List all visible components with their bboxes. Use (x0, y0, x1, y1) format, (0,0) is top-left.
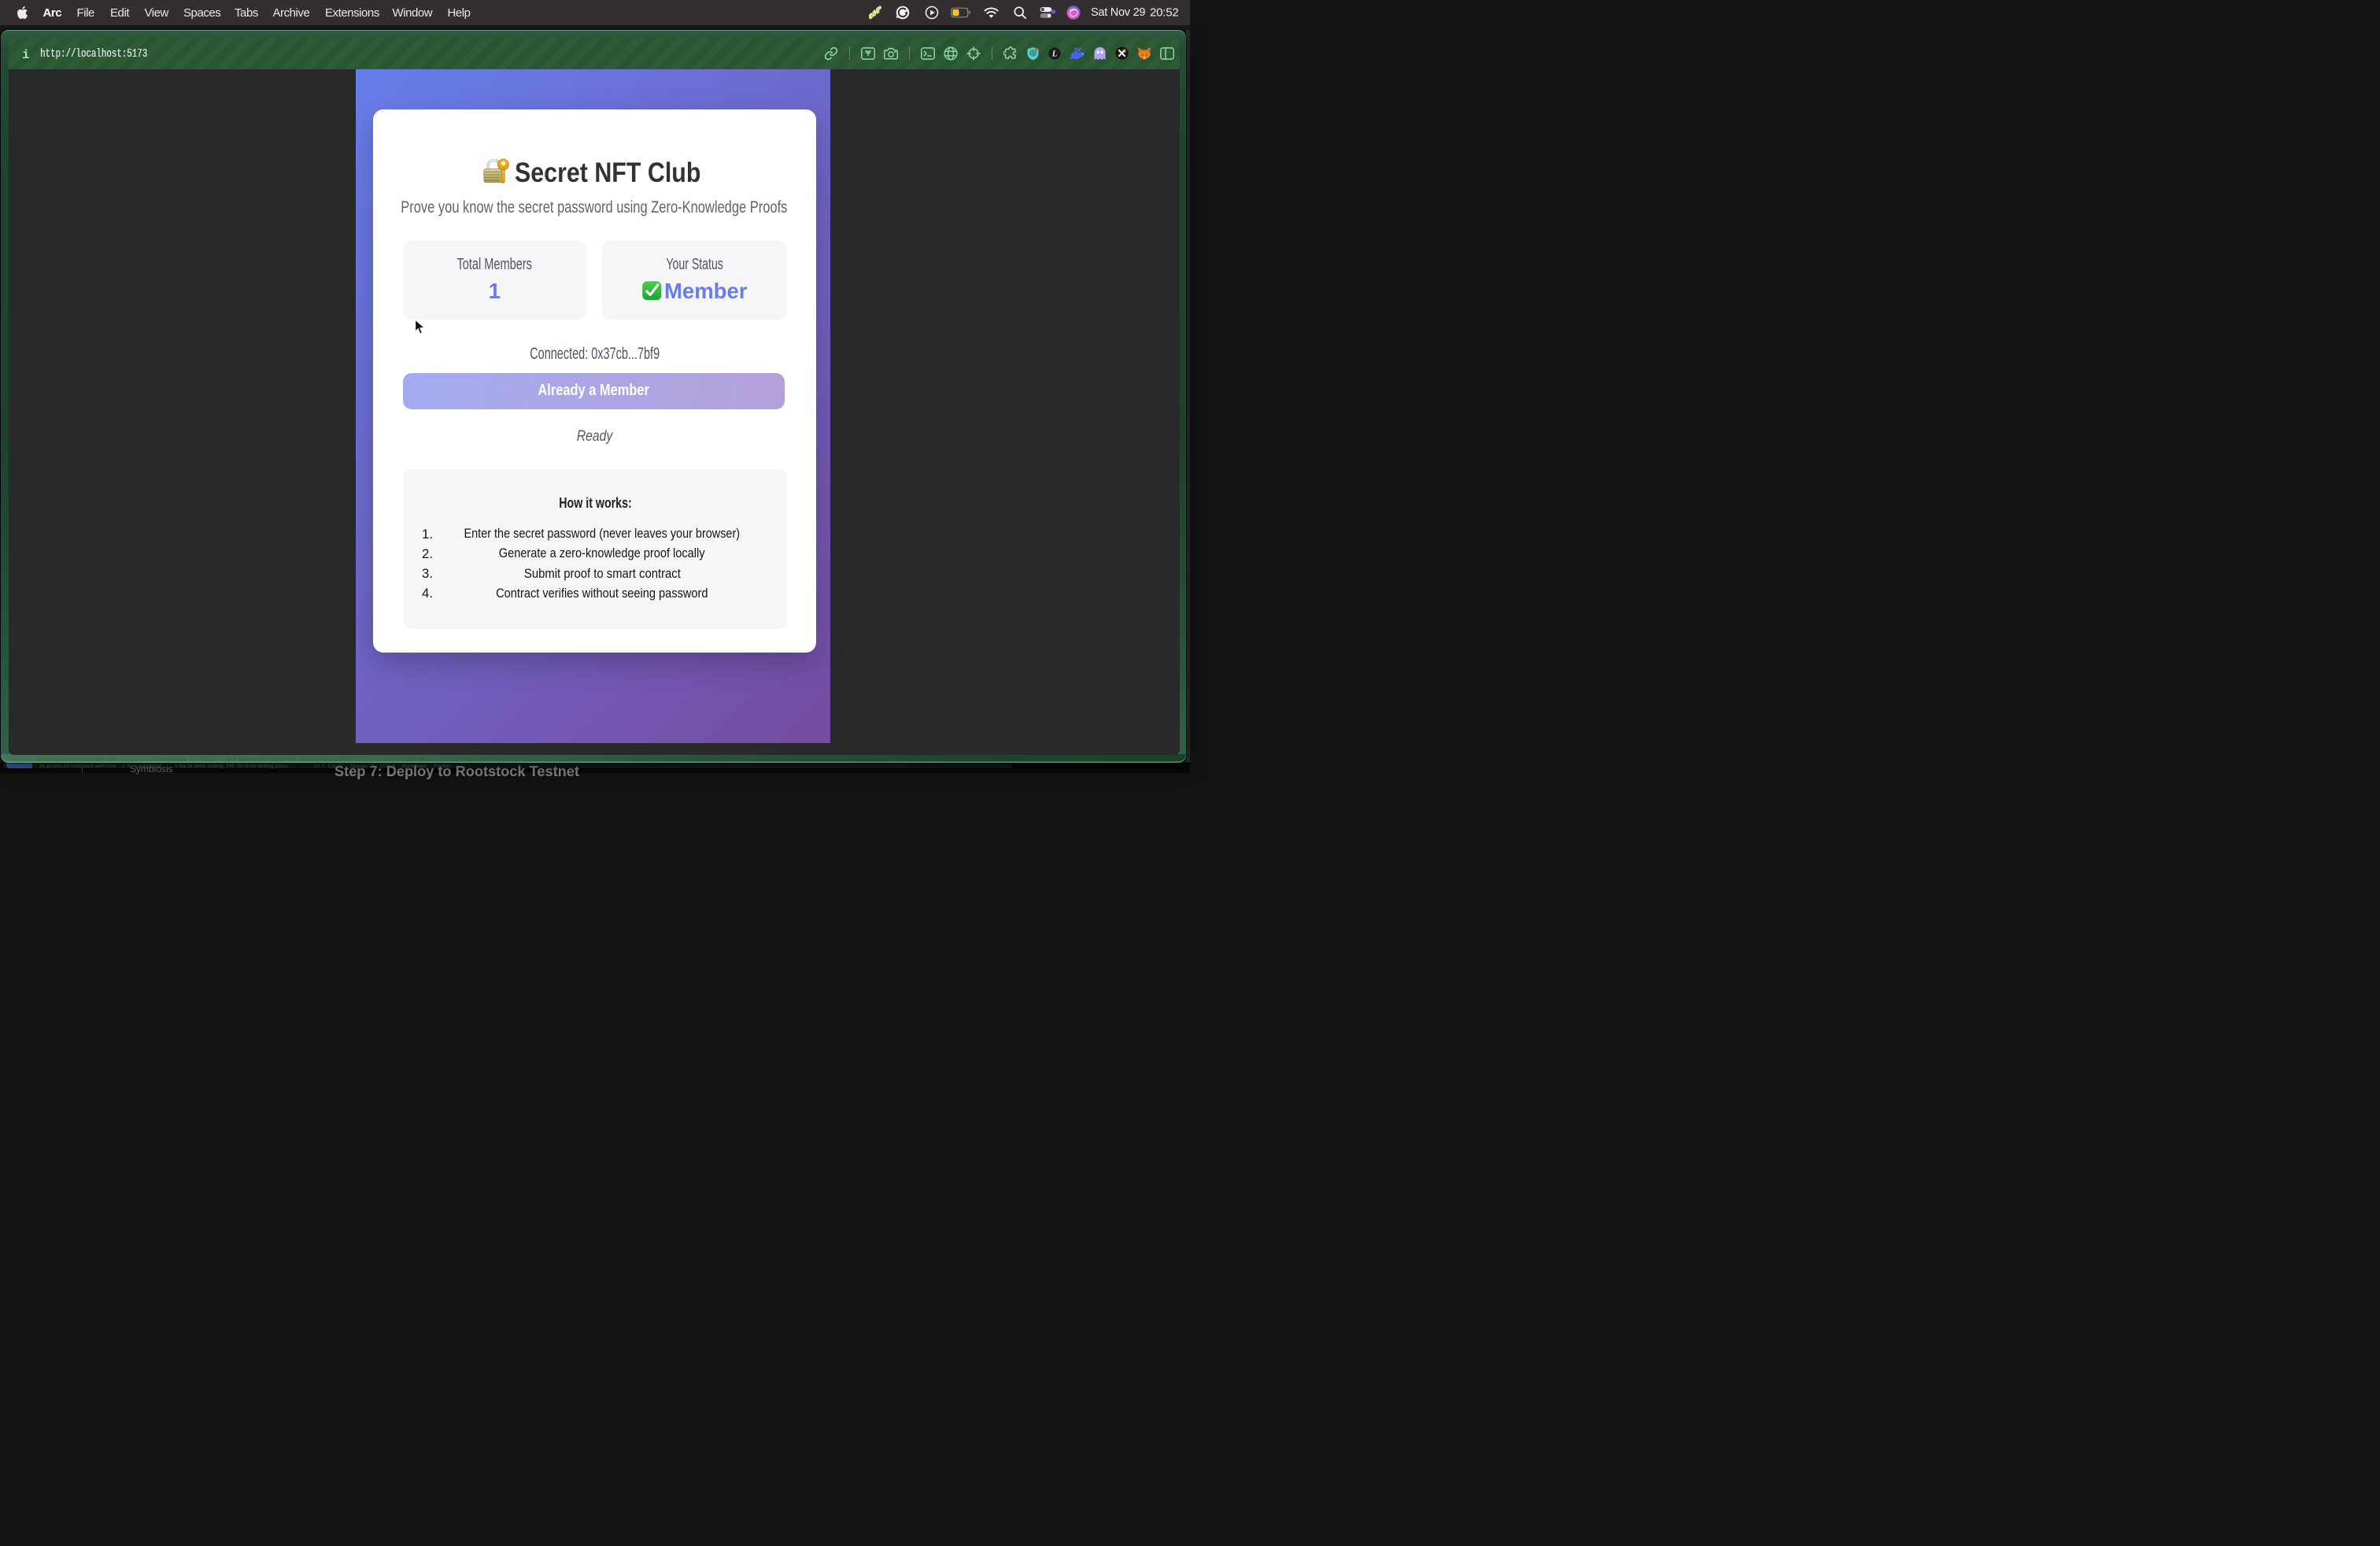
svg-text:L: L (1051, 50, 1057, 58)
